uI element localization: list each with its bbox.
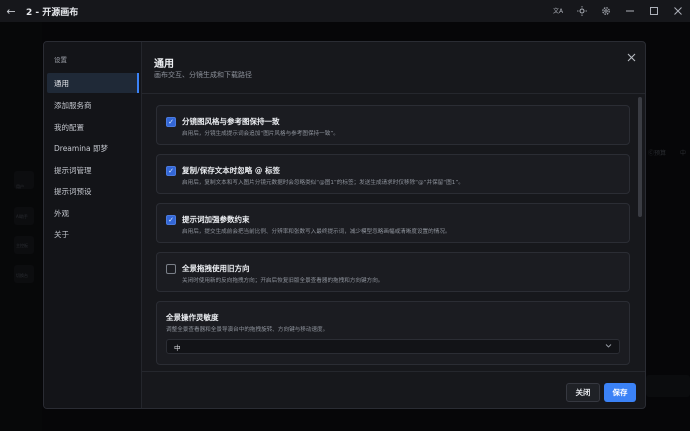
close-button[interactable]: 关闭 xyxy=(566,383,600,402)
check-icon: ✓ xyxy=(168,118,174,126)
close-icon xyxy=(627,53,635,61)
option-card-style-consistency[interactable]: ✓ 分镜图风格与参考图保持一致 启用后，分镜生成提示词会追加“图片风格与参考图保… xyxy=(156,105,630,145)
check-icon: ✓ xyxy=(168,167,174,175)
option-description: 启用后，提交生成前会把当前比例、分辨率和张数写入最终提示词，减少模型忽略画幅或清… xyxy=(182,229,451,235)
sidebar-title: 设置 xyxy=(54,56,67,64)
sidebar-item-prompt-management[interactable]: 提示词管理 xyxy=(47,160,139,180)
save-button[interactable]: 保存 xyxy=(604,383,636,402)
option-title: 全景操作灵敏度 xyxy=(166,313,219,322)
close-icon[interactable] xyxy=(666,0,690,22)
settings-main: 通用 画布交互、分镜生成和下载路径 ✓ 分镜图风格与参考图保持一致 启用后，分镜… xyxy=(142,42,645,408)
option-title: 全景拖拽使用旧方向 xyxy=(182,264,250,273)
title-bar: ← 2 - 开源画布 文A xyxy=(0,0,690,22)
checkbox-style-consistency[interactable]: ✓ xyxy=(166,117,176,127)
option-title: 分镜图风格与参考图保持一致 xyxy=(182,117,280,126)
option-card-ignore-at-tags[interactable]: ✓ 复制/保存文本时忽略 @ 标签 启用后，复制文本和写入图片分镜元数据时会忽略… xyxy=(156,154,630,194)
divider xyxy=(142,371,645,372)
translate-icon[interactable]: 文A xyxy=(546,0,570,22)
chevron-down-icon xyxy=(605,342,612,351)
option-description: 调整全景查看器和全景导演台中的拖拽旋转、方向键与移动速度。 xyxy=(166,327,329,333)
window-title: 2 - 开源画布 xyxy=(26,7,79,18)
sidebar-item-dreamina[interactable]: Dreamina 即梦 xyxy=(47,138,139,158)
select-value: 中 xyxy=(174,343,181,352)
sidebar-item-add-provider[interactable]: 添加服务商 xyxy=(47,95,139,115)
page-title: 通用 xyxy=(154,59,174,70)
sidebar-item-prompt-presets[interactable]: 提示词预设 xyxy=(47,181,139,201)
checkbox-legacy-drag[interactable] xyxy=(166,264,176,274)
dialog-close-button[interactable] xyxy=(624,50,638,64)
checkbox-ignore-at-tags[interactable]: ✓ xyxy=(166,166,176,176)
sun-icon[interactable] xyxy=(570,0,594,22)
check-icon: ✓ xyxy=(168,216,174,224)
page-subtitle: 画布交互、分镜生成和下载路径 xyxy=(154,71,252,79)
option-card-legacy-drag[interactable]: 全景拖拽使用旧方向 关闭时使用新的反向拖拽方向；开启后恢复旧版全景查看器的拖拽和… xyxy=(156,252,630,292)
sidebar-item-general[interactable]: 通用 xyxy=(47,73,139,93)
minimize-icon[interactable] xyxy=(618,0,642,22)
settings-sidebar: 设置 通用 添加服务商 我的配置 Dreamina 即梦 提示词管理 提示词预设… xyxy=(44,42,142,408)
sidebar-item-appearance[interactable]: 外观 xyxy=(47,203,139,223)
maximize-icon[interactable] xyxy=(642,0,666,22)
checkbox-prompt-constraints[interactable]: ✓ xyxy=(166,215,176,225)
scrollbar[interactable] xyxy=(638,97,642,367)
settings-content: ✓ 分镜图风格与参考图保持一致 启用后，分镜生成提示词会追加“图片风格与参考图保… xyxy=(142,94,645,371)
sidebar-item-my-config[interactable]: 我的配置 xyxy=(47,117,139,137)
svg-text:文A: 文A xyxy=(553,7,563,15)
option-description: 启用后，复制文本和写入图片分镜元数据时会忽略类似“@图1”的标签；发送生成请求时… xyxy=(182,180,464,186)
back-button[interactable]: ← xyxy=(0,0,22,22)
option-title: 提示词加强参数约束 xyxy=(182,215,250,224)
scrollbar-thumb[interactable] xyxy=(638,97,642,217)
option-card-prompt-constraints[interactable]: ✓ 提示词加强参数约束 启用后，提交生成前会把当前比例、分辨率和张数写入最终提示… xyxy=(156,203,630,243)
sensitivity-select[interactable]: 中 xyxy=(166,339,620,354)
window-controls: 文A xyxy=(546,0,690,22)
option-description: 关闭时使用新的反向拖拽方向；开启后恢复旧版全景查看器的拖拽和方向键方向。 xyxy=(182,278,384,284)
sidebar-item-about[interactable]: 关于 xyxy=(47,224,139,244)
gear-icon[interactable] xyxy=(594,0,618,22)
settings-dialog: 设置 通用 添加服务商 我的配置 Dreamina 即梦 提示词管理 提示词预设… xyxy=(43,41,646,409)
option-card-sensitivity: 全景操作灵敏度 调整全景查看器和全景导演台中的拖拽旋转、方向键与移动速度。 中 xyxy=(156,301,630,365)
option-title: 复制/保存文本时忽略 @ 标签 xyxy=(182,166,280,175)
arrow-left-icon: ← xyxy=(6,4,16,18)
option-description: 启用后，分镜生成提示词会追加“图片风格与参考图保持一致”。 xyxy=(182,131,339,137)
